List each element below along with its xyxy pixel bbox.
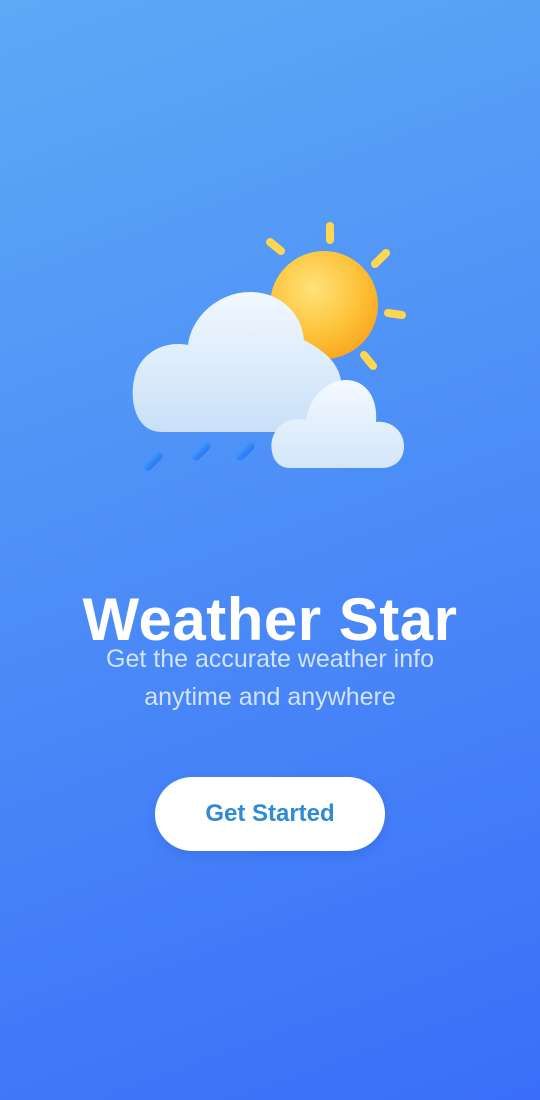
app-tagline: Get the accurate weather info anytime an… xyxy=(60,640,480,716)
tagline-line-1: Get the accurate weather info xyxy=(106,645,434,673)
tagline-line-2: anytime and anywhere xyxy=(144,683,396,711)
weather-partly-cloudy-rain-icon xyxy=(132,222,406,471)
onboarding-screen: Weather Star Get the accurate weather in… xyxy=(0,0,540,1100)
rain-drops xyxy=(143,441,255,471)
weather-illustration xyxy=(120,210,420,490)
get-started-button[interactable]: Get Started xyxy=(155,777,385,851)
